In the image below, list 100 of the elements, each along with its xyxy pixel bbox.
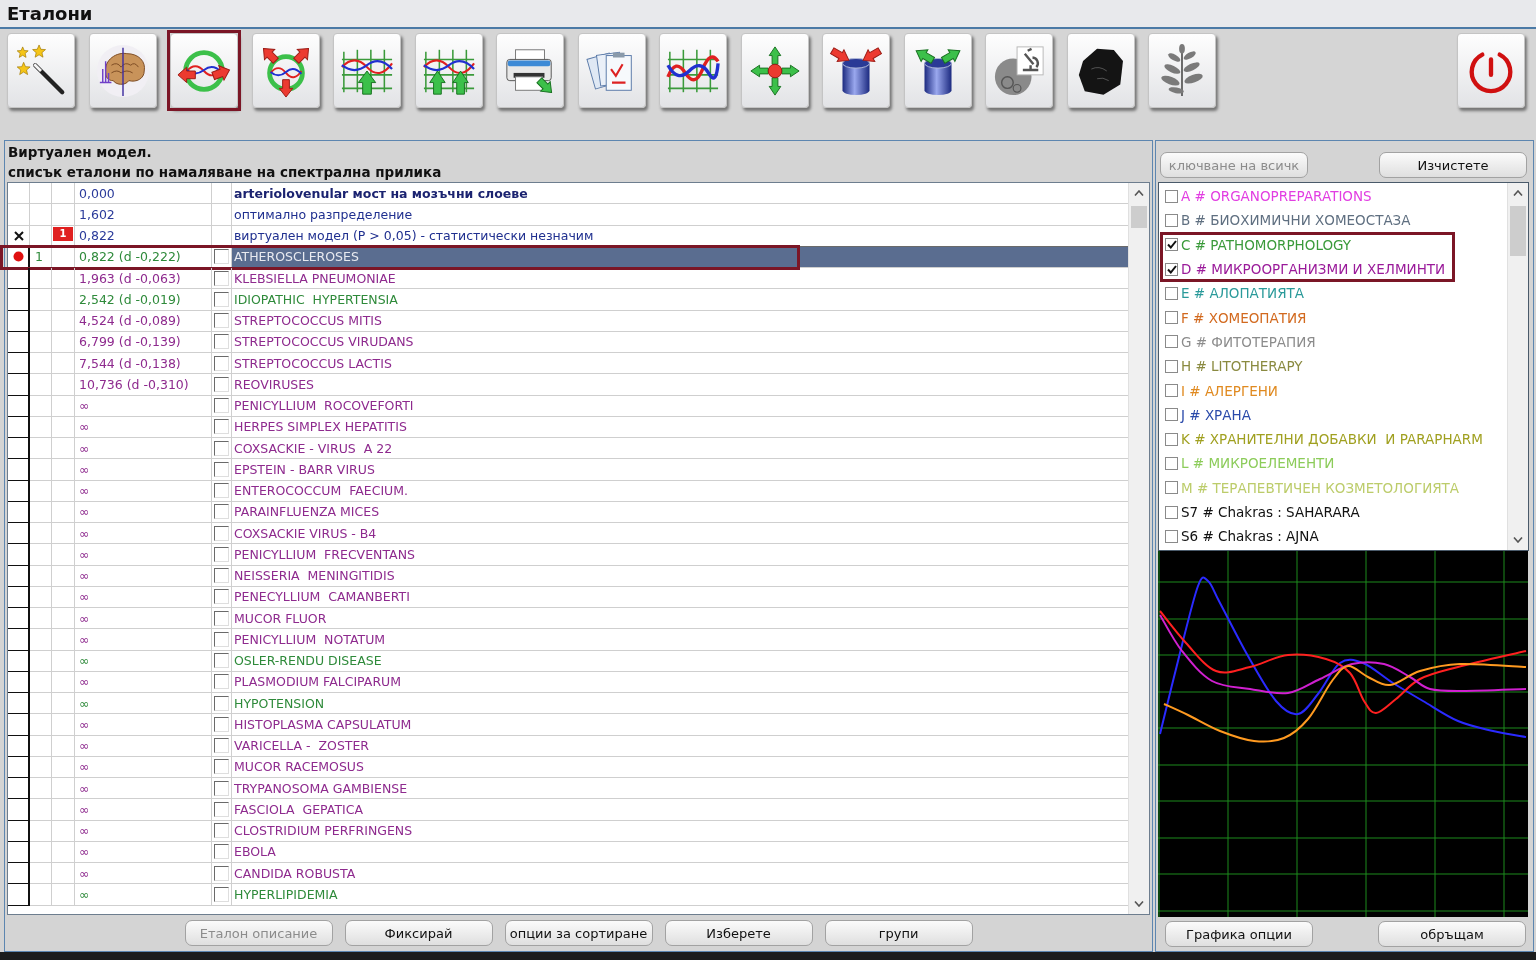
name-cell[interactable]: VARICELLA - ZOSTER: [232, 735, 1128, 757]
name-cell[interactable]: EPSTEIN - BARR VIRUS: [232, 459, 1128, 481]
category-label[interactable]: C # PATHOMORPHOLOGY: [1181, 236, 1352, 253]
table-cell: [8, 310, 30, 332]
name-cell[interactable]: виртуален модел (P > 0,05) - статистически незначим: [232, 225, 1128, 247]
name-cell[interactable]: оптимално разпределение: [232, 204, 1128, 226]
button[interactable]: опции за сортиране: [504, 920, 653, 946]
toolbar-button[interactable]: [903, 33, 972, 108]
value-cell: ∞: [75, 629, 212, 651]
table-cell: [30, 629, 52, 651]
name-cell[interactable]: REOVIRUSES: [232, 374, 1128, 396]
name-cell[interactable]: PENICYLLIUM NOTATUM: [232, 629, 1128, 651]
toolbar-button[interactable]: [822, 33, 890, 108]
category-label[interactable]: F # ХОМЕОПАТИЯ: [1181, 309, 1307, 326]
value-cell: ∞: [75, 565, 212, 587]
button[interactable]: Изчистете: [1379, 152, 1527, 178]
checkbox[interactable]: [1165, 529, 1178, 543]
table-cell: [8, 820, 30, 842]
table-cell: [30, 714, 52, 736]
name-cell[interactable]: FASCIOLA GEPATICA: [232, 799, 1128, 821]
checkbox[interactable]: [1165, 189, 1178, 203]
toolbar-button[interactable]: [7, 33, 75, 108]
scrollbar[interactable]: [1128, 183, 1149, 914]
checkbox[interactable]: [1165, 335, 1178, 349]
toolbar-button[interactable]: [659, 33, 727, 108]
name-cell[interactable]: HERPES SIMPLEX HEPATITIS: [232, 416, 1128, 438]
checkbox[interactable]: [1165, 311, 1178, 325]
checkbox[interactable]: [1165, 213, 1178, 227]
table-cell: [52, 459, 75, 481]
category-label[interactable]: S6 # Chakras : AJNA: [1181, 528, 1319, 545]
button[interactable]: Фиксирай: [344, 920, 493, 946]
name-cell[interactable]: NEISSERIA MENINGITIDIS: [232, 565, 1128, 587]
checkbox[interactable]: [1165, 286, 1178, 300]
name-cell[interactable]: arteriolovenular мост на мозъчни слоеве: [232, 183, 1128, 205]
button[interactable]: Графика опции: [1165, 921, 1313, 947]
category-label[interactable]: H # LITOTHERAPY: [1181, 358, 1303, 375]
name-cell[interactable]: ATHEROSCLEROSES: [232, 246, 1128, 268]
name-cell[interactable]: HYPOTENSION: [232, 693, 1128, 715]
name-cell[interactable]: HISTOPLASMA CAPSULATUM: [232, 714, 1128, 736]
checkbox[interactable]: [1165, 408, 1178, 422]
button[interactable]: обръщам: [1378, 921, 1526, 947]
category-label[interactable]: J # ХРАНА: [1181, 406, 1251, 423]
table-cell: [30, 438, 52, 460]
checkbox[interactable]: [1165, 238, 1178, 252]
checkbox[interactable]: [1165, 262, 1178, 276]
name-cell[interactable]: OSLER-RENDU DISEASE: [232, 650, 1128, 672]
table-cell: [8, 756, 30, 778]
name-cell[interactable]: PARAINFLUENZA MICES: [232, 501, 1128, 523]
name-cell[interactable]: KLEBSIELLA PNEUMONIAE: [232, 268, 1128, 290]
four-arrows-icon: [747, 43, 802, 98]
scroll-up-icon[interactable]: [1134, 190, 1144, 196]
scrollbar-thumb[interactable]: [1510, 206, 1526, 256]
name-cell[interactable]: TRYPANOSOMA GAMBIENSE: [232, 778, 1128, 800]
name-cell[interactable]: PENICYLLIUM FRECVENTANS: [232, 544, 1128, 566]
name-cell[interactable]: CLOSTRIDIUM PERFRINGENS: [232, 820, 1128, 842]
toolbar-button[interactable]: [251, 33, 320, 108]
name-cell[interactable]: STREPTOCOCCUS MITIS: [232, 310, 1128, 332]
value-cell: ∞: [75, 778, 212, 800]
table-cell: [8, 438, 30, 460]
table-cell: [52, 501, 75, 523]
table-cell: [30, 204, 52, 226]
name-cell[interactable]: PLASMODIUM FALCIPARUM: [232, 671, 1128, 693]
table-cell: [8, 183, 30, 205]
category-label[interactable]: B # БИОХИМИЧНИ ХОМЕОСТАЗА: [1181, 212, 1411, 229]
scroll-down-icon[interactable]: [1513, 537, 1523, 543]
name-cell[interactable]: HYPERLIPIDEMIA: [232, 884, 1128, 906]
toolbar-button[interactable]: [88, 33, 157, 108]
checkbox[interactable]: [1165, 456, 1178, 470]
name-cell[interactable]: COXSACKIE - VIRUS A 22: [232, 438, 1128, 460]
name-cell[interactable]: PENECYLLIUM CAMANBERTI: [232, 586, 1128, 608]
checkbox[interactable]: [1165, 481, 1178, 495]
value-cell: ∞: [75, 841, 212, 863]
category-label[interactable]: S7 # Chakras : SAHARARA: [1181, 504, 1360, 520]
name-cell[interactable]: ENTEROCOCCUM FAECIUM.: [232, 480, 1128, 502]
name-cell[interactable]: STREPTOCOCCUS VIRUDANS: [232, 331, 1128, 353]
button[interactable]: Изберете: [664, 920, 813, 946]
checkbox[interactable]: [1165, 384, 1178, 397]
name-cell[interactable]: PENICYLLIUM ROCOVEFORTI: [232, 395, 1128, 417]
scrollbar-thumb[interactable]: [1131, 206, 1147, 228]
checkbox[interactable]: [1165, 505, 1178, 519]
scroll-down-icon[interactable]: [1134, 901, 1144, 907]
name-cell[interactable]: EBOLA: [232, 841, 1128, 863]
value-cell: ∞: [75, 714, 212, 736]
name-cell[interactable]: MUCOR RACEMOSUS: [232, 756, 1128, 778]
name-cell[interactable]: STREPTOCOCCUS LACTIS: [232, 353, 1128, 375]
name-cell[interactable]: IDIOPATHIC HYPERTENSIA: [232, 289, 1128, 311]
scrollbar[interactable]: [1507, 183, 1528, 550]
toolbar-button[interactable]: [1066, 33, 1135, 108]
name-cell[interactable]: COXSACKIE VIRUS - B4: [232, 523, 1128, 545]
value-cell: ∞: [75, 523, 212, 545]
category-label[interactable]: D # МИКРООРГАНИЗМИ И ХЕЛМИНТИ: [1181, 261, 1446, 278]
button[interactable]: групи: [824, 920, 973, 946]
name-cell[interactable]: CANDIDA ROBUSTA: [232, 863, 1128, 885]
scroll-up-icon[interactable]: [1513, 190, 1523, 196]
table-cell: [8, 778, 30, 800]
checkbox[interactable]: [1165, 432, 1178, 446]
checkbox[interactable]: [1165, 359, 1178, 373]
toolbar-button[interactable]: [985, 33, 1053, 108]
name-cell[interactable]: MUCOR FLUOR: [232, 608, 1128, 630]
category-label[interactable]: A # ORGANOPREPARATIONS: [1181, 188, 1372, 205]
